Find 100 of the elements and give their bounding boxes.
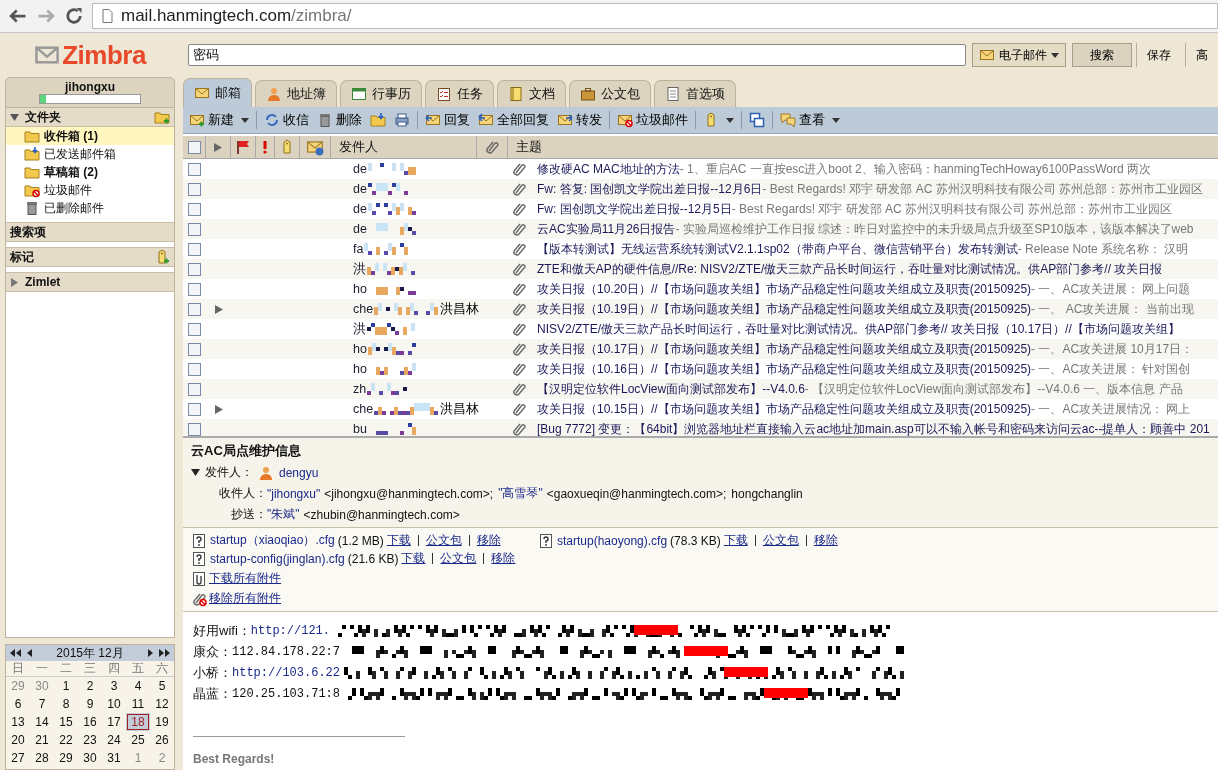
calendar-day[interactable]: 11 <box>126 695 150 713</box>
reload-icon[interactable] <box>64 6 84 26</box>
row-checkbox[interactable] <box>187 342 201 356</box>
calendar-day[interactable]: 1 <box>54 677 78 695</box>
calendar-day[interactable]: 30 <box>78 749 102 767</box>
calendar-day[interactable]: 24 <box>102 731 126 749</box>
app-tab[interactable]: 文档 <box>497 80 566 107</box>
calendar-day[interactable]: 16 <box>78 713 102 731</box>
attachment-link[interactable]: 公文包 <box>425 532 462 549</box>
folder-item[interactable]: 收件箱 (1) <box>6 127 174 145</box>
toolbar-button[interactable]: 收信 <box>260 109 313 131</box>
toolbar-button[interactable]: 转发 <box>553 109 606 131</box>
row-checkbox[interactable] <box>187 262 201 276</box>
left-arrow-icon[interactable] <box>27 649 33 657</box>
attachment-link[interactable]: 下载 <box>386 532 411 549</box>
app-tab[interactable]: 地址簿 <box>255 80 337 107</box>
search-field[interactable]: 密码 <box>188 44 966 66</box>
calendar-day[interactable]: 31 <box>102 749 126 767</box>
toolbar-button[interactable]: 删除 <box>313 109 366 131</box>
calendar-day[interactable]: 13 <box>6 713 30 731</box>
message-row[interactable]: che 洪昌林 攻关日报（10.15日）//【市场问题攻关组】市场产品稳定性问题攻关组成立及职责(20150925)- 一、AC攻关进展情况： 网上 <box>183 399 1218 419</box>
row-checkbox[interactable] <box>187 302 201 316</box>
section-header[interactable]: 搜索项 <box>6 222 174 242</box>
message-row[interactable]: fa 【版本转测试】无线运营系统转测试V2.1.1sp02（带商户平台、微信营销平台）发布转测试- Release Note 系统名称： 汉明 <box>183 239 1218 259</box>
search-bar-button[interactable]: 高 <box>1185 43 1218 67</box>
calendar-day[interactable]: 19 <box>150 713 174 731</box>
row-checkbox[interactable] <box>187 362 201 376</box>
download-all-link[interactable]: 下载所有附件 <box>209 570 281 587</box>
calendar-day[interactable]: 6 <box>6 695 30 713</box>
calendar-day[interactable]: 5 <box>150 677 174 695</box>
calendar-day[interactable]: 3 <box>102 677 126 695</box>
right-arrow-icon[interactable] <box>147 649 153 657</box>
toolbar-button[interactable]: 全部回复 <box>474 109 553 131</box>
calendar-day[interactable]: 14 <box>30 713 54 731</box>
toolbar-button[interactable]: 回复 <box>421 109 474 131</box>
recipient-name[interactable]: "朱斌" <box>267 506 300 523</box>
message-row[interactable]: ho 攻关日报（10.17日）//【市场问题攻关组】市场产品稳定性问题攻关组成立及职责(20150925)- 一、AC攻关进展 10月17日： <box>183 339 1218 359</box>
calendar-day[interactable]: 27 <box>6 749 30 767</box>
expand-arrow-icon[interactable] <box>215 404 223 414</box>
calendar-day[interactable]: 29 <box>54 749 78 767</box>
row-checkbox[interactable] <box>187 182 201 196</box>
calendar-day[interactable]: 4 <box>126 677 150 695</box>
expand-arrow-icon[interactable] <box>214 142 222 152</box>
select-all-checkbox[interactable] <box>187 140 201 154</box>
recipient-name[interactable]: "高雪琴" <box>498 485 543 502</box>
calendar-day[interactable]: 21 <box>30 731 54 749</box>
calendar-day[interactable]: 8 <box>54 695 78 713</box>
double-right-arrow-icon[interactable] <box>159 649 170 657</box>
attachment-link[interactable]: 移除 <box>813 532 838 549</box>
calendar-day[interactable]: 12 <box>150 695 174 713</box>
section-header[interactable]: Zimlet <box>6 272 174 292</box>
column-header[interactable]: 发件人 <box>331 136 477 158</box>
attachment-link[interactable]: 移除 <box>491 550 516 567</box>
calendar-day[interactable]: 25 <box>126 731 150 749</box>
attachment-link[interactable]: 公文包 <box>440 550 477 567</box>
calendar-day[interactable]: 7 <box>30 695 54 713</box>
flag-icon[interactable] <box>235 139 251 155</box>
message-row[interactable]: bu [Bug 7772] 变更：【64bit】浏览器地址栏直接输入云ac地址加main.asp可以不输入帐号和密码来访问云ac--提单人：顾善中 201 <box>183 419 1218 436</box>
message-row[interactable]: de 云AC实验局11月26日报告- 实验局巡检维护工作日报 综述：昨日对监控中的未升级局点升级至SP10版本，该版本解决了web <box>183 219 1218 239</box>
expand-toggle-icon[interactable] <box>10 112 19 122</box>
envelope-status-icon[interactable] <box>306 138 324 156</box>
remove-all-link[interactable]: 移除所有附件 <box>209 590 281 607</box>
calendar-day[interactable]: 22 <box>54 731 78 749</box>
message-row[interactable]: 洪 ZTE和傲天AP的硬件信息//Re: NISV2/ZTE/傲天三款产品长时间运行，吞吐量对比测试情况。供AP部门参考// 攻关日报 <box>183 259 1218 279</box>
row-checkbox[interactable] <box>187 162 201 176</box>
paperclip-icon[interactable] <box>484 139 500 155</box>
toolbar-button[interactable]: 新建 <box>185 109 253 131</box>
toolbar-button[interactable]: 垃圾邮件 <box>613 109 692 131</box>
column-header[interactable]: 主题 <box>508 136 1218 158</box>
message-row[interactable]: zh 【汉明定位软件LocView面向测试部发布】--V4.0.6- 【汉明定位软件LocView面向测试部发布】--V4.0.6 一、版本信息 产品 <box>183 379 1218 399</box>
search-bar-button[interactable]: 保存 <box>1136 43 1181 67</box>
message-row[interactable]: ho 攻关日报（10.20日）//【市场问题攻关组】市场产品稳定性问题攻关组成立及职责(20150925)- 一、AC攻关进展： 网上问题 <box>183 279 1218 299</box>
calendar-day[interactable]: 15 <box>54 713 78 731</box>
double-left-arrow-icon[interactable] <box>10 649 21 657</box>
calendar-day[interactable]: 9 <box>78 695 102 713</box>
search-bar-button[interactable]: 搜索 <box>1072 43 1132 67</box>
message-row[interactable]: che 洪昌林 攻关日报（10.19日）//【市场问题攻关组】市场产品稳定性问题攻关组成立及职责(20150925)- 一、 AC攻关进展： 当前出现 <box>183 299 1218 319</box>
row-checkbox[interactable] <box>187 322 201 336</box>
calendar-day[interactable]: 23 <box>78 731 102 749</box>
calendar-day[interactable]: 18 <box>126 713 150 731</box>
folder-header[interactable]: 文件夹 <box>6 108 174 127</box>
message-row[interactable]: de Fw: 答复: 国创凯文学院出差日报--12月6日- Best Regards! 邓宇 研发部 AC 苏州汉明科技有限公司 苏州总部：苏州市工业园区 <box>183 179 1218 199</box>
row-checkbox[interactable] <box>187 202 201 216</box>
attachment-link[interactable]: 下载 <box>723 532 748 549</box>
calendar-day[interactable]: 10 <box>102 695 126 713</box>
row-checkbox[interactable] <box>187 382 201 396</box>
app-tab[interactable]: 首选项 <box>654 80 736 107</box>
collapse-arrow-icon[interactable] <box>191 469 200 476</box>
expand-toggle-icon[interactable] <box>10 277 19 287</box>
expand-arrow-icon[interactable] <box>215 304 223 314</box>
app-tab[interactable]: 邮箱 <box>183 78 252 107</box>
app-tab[interactable]: 公文包 <box>569 80 651 107</box>
search-type-dropdown[interactable]: 电子邮件 <box>972 43 1066 67</box>
row-checkbox[interactable] <box>187 402 201 416</box>
message-row[interactable]: ho 攻关日报（10.16日）//【市场问题攻关组】市场产品稳定性问题攻关组成立及职责(20150925)- 一、AC攻关进展： 针对国创 <box>183 359 1218 379</box>
message-row[interactable]: 洪 NISV2/ZTE/傲天三款产品长时间运行，吞吐量对比测试情况。供AP部门参考// 攻关日报（10.17日）//【市场问题攻关组】 <box>183 319 1218 339</box>
row-checkbox[interactable] <box>187 422 201 436</box>
row-checkbox[interactable] <box>187 222 201 236</box>
app-tab[interactable]: 任务 <box>425 80 494 107</box>
calendar-day[interactable]: 26 <box>150 731 174 749</box>
